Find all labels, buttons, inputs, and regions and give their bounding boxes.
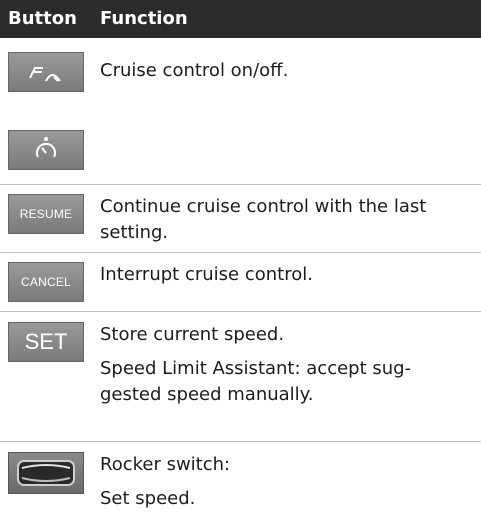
cancel-button-label: CANCEL [21, 275, 71, 289]
cruise-control-onoff-icon [26, 59, 66, 85]
function-text: Rocker switch: [100, 454, 231, 475]
function-text: Store current speed. [100, 324, 285, 345]
row-cancel-text: Interrupt cruise control. [100, 262, 470, 288]
row-divider [0, 252, 481, 253]
function-text: setting. [100, 222, 169, 243]
function-text: gested speed manually. [100, 384, 314, 405]
row-rocker-text: Rocker switch: Set speed. [100, 452, 470, 512]
row-divider [0, 184, 481, 185]
function-text: Interrupt cruise control. [100, 264, 313, 285]
row-resume-text: Continue cruise control with the last se… [100, 194, 470, 246]
function-text: Speed Limit Assistant: accept sug- [100, 358, 412, 379]
resume-button[interactable]: RESUME [8, 194, 84, 234]
rocker-switch[interactable] [8, 452, 84, 494]
function-table-page: Button Function Cruise control on/off. R… [0, 0, 481, 528]
function-text: Set speed. [100, 488, 196, 509]
set-button[interactable]: SET [8, 322, 84, 362]
row-divider [0, 311, 481, 312]
header-button-label: Button [8, 8, 77, 29]
row-divider [0, 441, 481, 442]
header-function-label: Function [100, 8, 188, 29]
resume-button-label: RESUME [19, 207, 73, 221]
speedometer-button[interactable] [8, 130, 84, 170]
row-set-text: Store current speed. Speed Limit Assista… [100, 322, 470, 408]
function-text: Continue cruise control with the last [100, 196, 427, 217]
cancel-button[interactable]: CANCEL [8, 262, 84, 302]
speedometer-icon [30, 135, 62, 165]
rocker-switch-icon [14, 456, 78, 490]
row-cruise-onoff-text: Cruise control on/off. [100, 58, 470, 84]
cruise-control-onoff-button[interactable] [8, 52, 84, 92]
function-text: Cruise control on/off. [100, 60, 289, 81]
table-header: Button Function [0, 0, 481, 38]
set-button-label: SET [24, 329, 68, 354]
